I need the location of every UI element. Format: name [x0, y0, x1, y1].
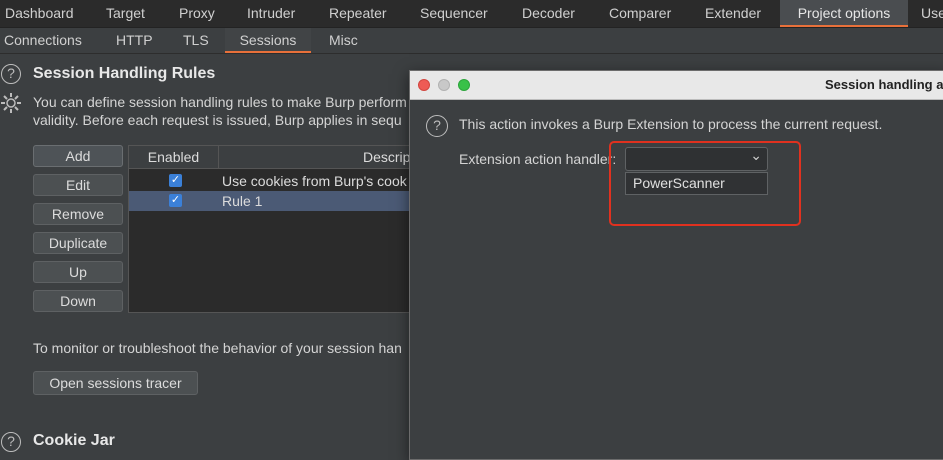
dialog-titlebar[interactable]: Session handling a: [410, 71, 943, 100]
close-window-icon[interactable]: [418, 79, 430, 91]
table-row[interactable]: ✓ Use cookies from Burp's cook: [129, 171, 419, 191]
dialog-info-text: This action invokes a Burp Extension to …: [459, 116, 883, 132]
minimize-window-icon[interactable]: [438, 79, 450, 91]
tab-proxy[interactable]: Proxy: [179, 0, 215, 27]
subtab-sessions[interactable]: Sessions: [225, 28, 311, 53]
tab-user-options[interactable]: Use: [921, 0, 943, 27]
edit-rule-button[interactable]: Edit: [33, 174, 123, 196]
cookie-jar-heading: Cookie Jar: [33, 432, 115, 449]
dialog-title: Session handling a: [825, 77, 943, 92]
tab-intruder[interactable]: Intruder: [247, 0, 295, 27]
tab-comparer[interactable]: Comparer: [609, 0, 671, 27]
table-row[interactable]: ✓ Rule 1: [129, 191, 419, 211]
add-rule-button[interactable]: Add: [33, 145, 123, 167]
monitor-text: To monitor or troubleshoot the behavior …: [33, 340, 402, 356]
session-rules-heading: Session Handling Rules: [33, 65, 216, 82]
info-help-icon: ?: [426, 115, 448, 137]
annotation-highlight-box: [609, 141, 801, 226]
session-rules-table: Enabled Descrip ✓ Use cookies from Burp'…: [128, 145, 419, 313]
column-header-description[interactable]: Descrip: [219, 146, 419, 169]
sub-tab-bar: Connections HTTP TLS Sessions Misc: [0, 28, 943, 54]
tab-target[interactable]: Target: [106, 0, 145, 27]
rule-description: Rule 1: [222, 193, 263, 209]
move-up-button[interactable]: Up: [33, 261, 123, 283]
enabled-checkbox[interactable]: ✓: [169, 174, 182, 187]
maximize-window-icon[interactable]: [458, 79, 470, 91]
session-rules-desc-line2: validity. Before each request is issued,…: [33, 112, 402, 128]
help-icon[interactable]: ?: [1, 64, 21, 84]
move-down-button[interactable]: Down: [33, 290, 123, 312]
main-tab-bar: Dashboard Target Proxy Intruder Repeater…: [0, 0, 943, 28]
subtab-misc[interactable]: Misc: [329, 28, 358, 53]
tab-repeater[interactable]: Repeater: [329, 0, 387, 27]
open-sessions-tracer-button[interactable]: Open sessions tracer: [33, 371, 198, 395]
tab-decoder[interactable]: Decoder: [522, 0, 575, 27]
extension-handler-label: Extension action handler:: [459, 151, 617, 167]
subtab-tls[interactable]: TLS: [183, 28, 209, 53]
duplicate-rule-button[interactable]: Duplicate: [33, 232, 123, 254]
tab-extender[interactable]: Extender: [705, 0, 761, 27]
rule-description: Use cookies from Burp's cook: [222, 173, 407, 189]
tab-project-options[interactable]: Project options: [780, 0, 908, 27]
subtab-http[interactable]: HTTP: [116, 28, 153, 53]
tab-sequencer[interactable]: Sequencer: [420, 0, 488, 27]
enabled-checkbox[interactable]: ✓: [169, 194, 182, 207]
remove-rule-button[interactable]: Remove: [33, 203, 123, 225]
column-header-enabled[interactable]: Enabled: [129, 146, 219, 169]
subtab-connections[interactable]: Connections: [4, 28, 82, 53]
gear-icon[interactable]: [0, 92, 22, 114]
help-icon[interactable]: ?: [1, 432, 21, 452]
tab-dashboard[interactable]: Dashboard: [5, 0, 74, 27]
session-rules-desc-line1: You can define session handling rules to…: [33, 94, 407, 110]
